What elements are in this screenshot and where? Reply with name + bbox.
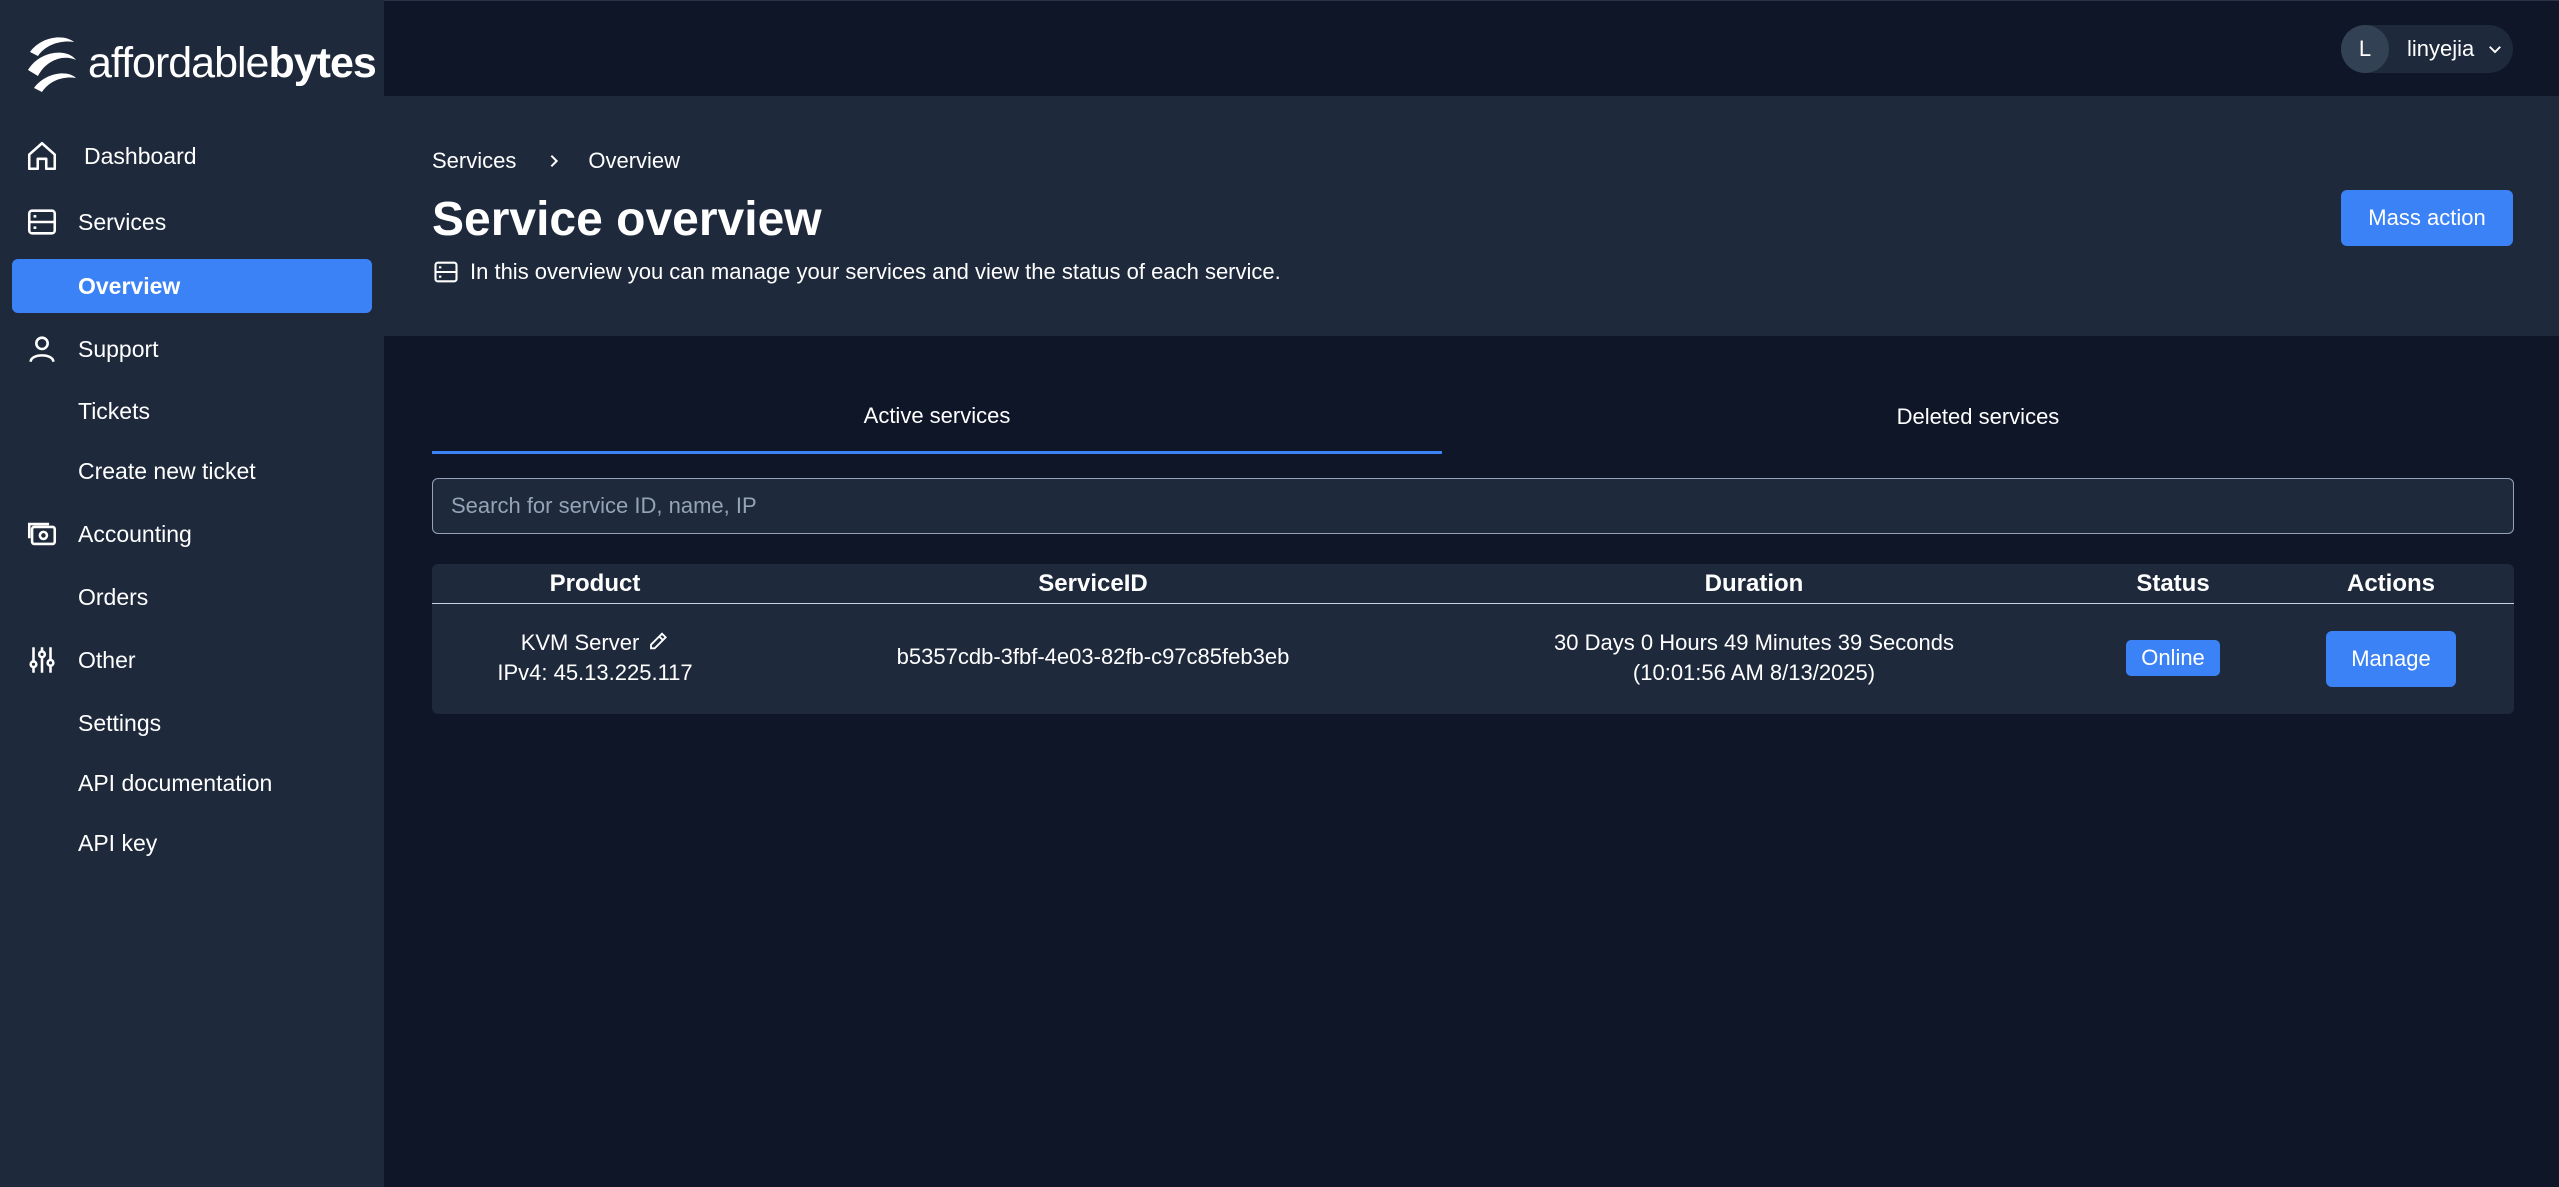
brand-logo[interactable]: affordablebytes xyxy=(24,28,377,98)
money-icon xyxy=(24,516,60,552)
server-icon xyxy=(434,261,458,283)
sidebar-item-label: Overview xyxy=(78,272,181,299)
sidebar-item-api-documentation[interactable]: API documentation xyxy=(0,755,384,811)
affordablebytes-logo-icon xyxy=(28,37,76,92)
sidebar-item-api-key[interactable]: API key xyxy=(0,815,384,871)
top-bar: L linyejia xyxy=(384,0,2559,96)
status-badge: Online xyxy=(2126,640,2220,676)
user-name: linyejia xyxy=(2407,36,2475,61)
service-id-cell: b5357cdb-3fbf-4e03-82fb-c97c85feb3eb xyxy=(896,644,1290,669)
sidebar-item-accounting[interactable]: Accounting xyxy=(0,506,384,562)
table-header: Product ServiceID Duration Status Action… xyxy=(432,564,2514,604)
sidebar-item-settings[interactable]: Settings xyxy=(0,695,384,751)
sidebar-item-label: Settings xyxy=(78,709,162,736)
server-icon xyxy=(24,204,60,240)
sidebar-item-tickets[interactable]: Tickets xyxy=(0,383,384,439)
column-header-actions: Actions xyxy=(2346,570,2436,597)
sidebar: affordablebytes Dashboard Services Overv… xyxy=(0,0,384,1187)
sidebar-item-label: Services xyxy=(78,208,167,235)
breadcrumb-current: Overview xyxy=(588,148,681,173)
product-cell: KVM Server IPv4: 45.13.225.117 xyxy=(497,628,692,688)
chevron-down-icon xyxy=(2489,46,2502,54)
breadcrumb: Services Overview xyxy=(432,148,680,174)
column-header-status: Status xyxy=(2136,570,2210,597)
tab-deleted-services[interactable]: Deleted services xyxy=(1442,380,2514,454)
duration-since: (10:01:56 AM 8/13/2025) xyxy=(1632,660,1876,685)
manage-button[interactable]: Manage xyxy=(2326,631,2456,687)
sidebar-item-label: Dashboard xyxy=(84,142,197,169)
sidebar-item-label: Create new ticket xyxy=(78,457,256,484)
breadcrumb-services-link[interactable]: Services xyxy=(432,148,516,174)
brand-name: affordablebytes xyxy=(88,38,377,87)
services-table: Product ServiceID Duration Status Action… xyxy=(432,564,2514,714)
sidebar-item-overview[interactable]: Overview xyxy=(12,259,372,313)
column-header-product: Product xyxy=(549,570,641,597)
service-tabs: Active services Deleted services xyxy=(432,380,2514,454)
page-description: In this overview you can manage your ser… xyxy=(432,258,1281,286)
sidebar-item-label: API key xyxy=(78,829,158,856)
sidebar-item-label: Orders xyxy=(78,583,149,610)
page-description-text: In this overview you can manage your ser… xyxy=(470,259,1281,284)
avatar: L xyxy=(2341,25,2389,73)
user-menu[interactable]: L linyejia xyxy=(2341,25,2513,73)
sidebar-item-other[interactable]: Other xyxy=(0,632,384,688)
column-header-duration: Duration xyxy=(1704,570,1804,597)
sidebar-item-label: Accounting xyxy=(78,520,192,547)
sidebar-item-create-ticket[interactable]: Create new ticket xyxy=(0,443,384,499)
chevron-right-icon xyxy=(550,154,559,168)
sidebar-item-label: Support xyxy=(78,335,159,362)
sidebar-item-orders[interactable]: Orders xyxy=(0,569,384,625)
sidebar-item-support[interactable]: Support xyxy=(0,321,384,377)
page-title: Service overview xyxy=(432,193,822,246)
pencil-icon[interactable] xyxy=(647,630,669,652)
sidebar-item-label: Tickets xyxy=(78,397,150,424)
column-header-service-id: ServiceID xyxy=(1038,570,1148,597)
sidebar-item-label: Other xyxy=(78,646,136,673)
search-input[interactable] xyxy=(432,478,2514,534)
product-name: KVM Server xyxy=(520,630,640,655)
product-ip: IPv4: 45.13.225.117 xyxy=(497,660,693,685)
sidebar-item-label: API documentation xyxy=(78,769,273,796)
duration-cell: 30 Days 0 Hours 49 Minutes 39 Seconds (1… xyxy=(1554,628,1954,688)
duration-text: 30 Days 0 Hours 49 Minutes 39 Seconds xyxy=(1554,630,1954,655)
home-icon xyxy=(24,138,60,174)
sliders-icon xyxy=(24,642,60,678)
user-icon xyxy=(24,331,60,367)
tab-active-services[interactable]: Active services xyxy=(432,380,1442,454)
page-header: Services Overview Service overview In th… xyxy=(384,96,2559,336)
sidebar-item-dashboard[interactable]: Dashboard xyxy=(0,128,384,184)
sidebar-item-services[interactable]: Services xyxy=(0,194,384,250)
mass-action-button[interactable]: Mass action xyxy=(2341,190,2513,246)
